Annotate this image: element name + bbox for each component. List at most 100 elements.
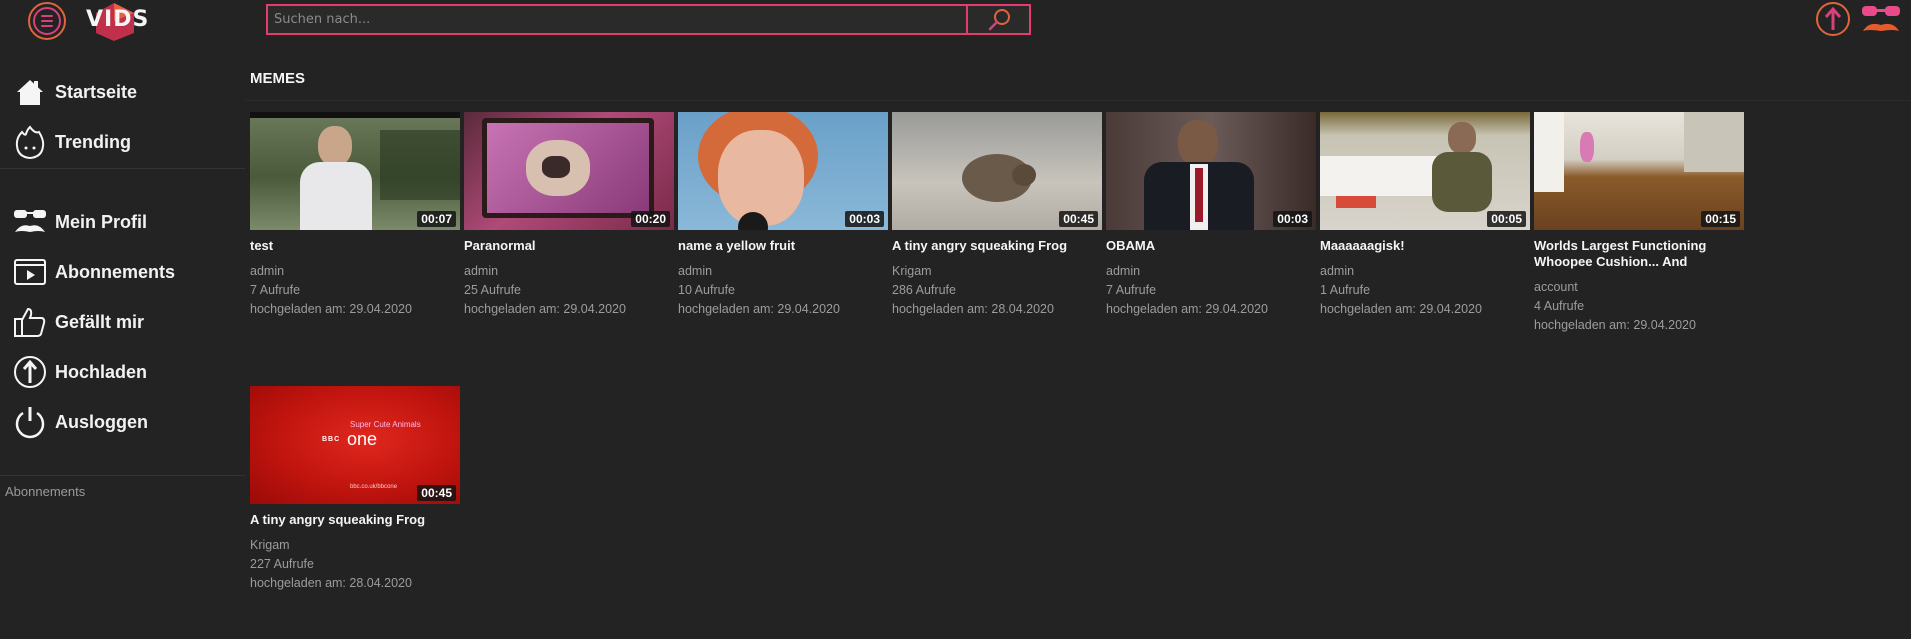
sidebar-item-mein-profil[interactable]: Mein Profil <box>12 200 237 244</box>
sidebar-item-label: Mein Profil <box>55 211 148 232</box>
video-title[interactable]: name a yellow fruit <box>678 238 878 254</box>
sidebar-divider <box>0 475 245 476</box>
video-views: 7 Aufrufe <box>1106 283 1157 297</box>
subscriptions-icon <box>12 254 48 290</box>
search-input[interactable] <box>268 6 966 33</box>
sidebar-item-label: Startseite <box>55 81 138 102</box>
video-card[interactable]: 00:15 Worlds Largest Functioning Whoopee… <box>1534 112 1744 335</box>
video-title[interactable]: Worlds Largest Functioning Whoopee Cushi… <box>1534 238 1734 270</box>
site-logo[interactable]: VIDS <box>84 1 148 41</box>
flame-icon <box>12 124 48 160</box>
video-channel[interactable]: Krigam <box>892 262 1102 281</box>
video-channel[interactable]: admin <box>678 262 888 281</box>
video-channel[interactable]: Krigam <box>250 536 460 555</box>
video-thumbnail[interactable]: Super Cute Animals BBC one bbc.co.uk/bbc… <box>250 386 460 504</box>
video-thumbnail[interactable]: 00:03 <box>678 112 888 230</box>
video-upload-date: hochgeladen am: 29.04.2020 <box>1106 302 1268 316</box>
thumbnail-caption: Super Cute Animals <box>350 420 421 429</box>
video-upload-date: hochgeladen am: 29.04.2020 <box>1534 318 1696 332</box>
video-title[interactable]: A tiny angry squeaking Frog <box>250 512 450 528</box>
video-title[interactable]: Paranormal <box>464 238 664 254</box>
video-duration: 00:03 <box>845 211 884 227</box>
upload-button[interactable] <box>1816 2 1850 36</box>
sidebar-item-label: Ausloggen <box>55 411 148 432</box>
video-upload-date: hochgeladen am: 28.04.2020 <box>892 302 1054 316</box>
video-duration: 00:15 <box>1701 211 1740 227</box>
thumbnail-url: bbc.co.uk/bbcone <box>350 484 398 490</box>
glasses-mustache-icon <box>1862 6 1900 31</box>
power-icon <box>12 404 48 440</box>
home-icon <box>12 74 48 110</box>
video-card[interactable]: 00:03 name a yellow fruit admin 10 Aufru… <box>678 112 888 319</box>
video-views: 7 Aufrufe <box>250 283 301 297</box>
sidebar-item-abonnements[interactable]: Abonnements <box>12 250 237 294</box>
video-upload-date: hochgeladen am: 29.04.2020 <box>1320 302 1482 316</box>
search-bar <box>266 4 1031 35</box>
video-channel[interactable]: admin <box>250 262 460 281</box>
video-card[interactable]: 00:45 A tiny angry squeaking Frog Krigam… <box>892 112 1102 319</box>
video-title[interactable]: Maaaaaagisk! <box>1320 238 1520 254</box>
sidebar-item-label: Gefällt mir <box>55 311 145 332</box>
thumbs-up-icon <box>12 304 48 340</box>
sidebar: Startseite Trending Mein Profil Abonneme… <box>0 60 245 639</box>
video-thumbnail[interactable]: 00:20 <box>464 112 674 230</box>
section-divider <box>245 100 1911 101</box>
menu-button[interactable] <box>28 2 66 40</box>
sidebar-section-subscriptions: Abonnements <box>5 484 86 499</box>
video-upload-date: hochgeladen am: 29.04.2020 <box>464 302 626 316</box>
video-duration: 00:20 <box>631 211 670 227</box>
video-thumbnail[interactable]: 00:05 <box>1320 112 1530 230</box>
video-channel[interactable]: account <box>1534 278 1744 297</box>
video-thumbnail[interactable]: 00:45 <box>892 112 1102 230</box>
video-upload-date: hochgeladen am: 29.04.2020 <box>678 302 840 316</box>
video-thumbnail[interactable]: 00:07 <box>250 112 460 230</box>
video-thumbnail[interactable]: 00:03 <box>1106 112 1316 230</box>
video-title[interactable]: OBAMA <box>1106 238 1306 254</box>
sidebar-item-label: Abonnements <box>55 261 176 282</box>
sidebar-item-startseite[interactable]: Startseite <box>12 70 237 114</box>
sidebar-item-trending[interactable]: Trending <box>12 120 237 164</box>
video-upload-date: hochgeladen am: 29.04.2020 <box>250 302 412 316</box>
mustache-glasses-icon <box>12 204 48 240</box>
sidebar-item-gefaellt-mir[interactable]: Gefällt mir <box>12 300 237 344</box>
bbc-logo: BBC <box>322 436 341 443</box>
video-views: 10 Aufrufe <box>678 283 735 297</box>
video-views: 286 Aufrufe <box>892 283 956 297</box>
video-card[interactable]: 00:07 test admin 7 Aufrufe hochgeladen a… <box>250 112 460 319</box>
video-channel[interactable]: admin <box>1106 262 1316 281</box>
video-views: 4 Aufrufe <box>1534 299 1585 313</box>
video-card[interactable]: 00:05 Maaaaaagisk! admin 1 Aufrufe hochg… <box>1320 112 1530 319</box>
video-card[interactable]: 00:03 OBAMA admin 7 Aufrufe hochgeladen … <box>1106 112 1316 319</box>
video-views: 227 Aufrufe <box>250 557 314 571</box>
video-upload-date: hochgeladen am: 28.04.2020 <box>250 576 412 590</box>
video-duration: 00:03 <box>1273 211 1312 227</box>
channel-logo: one <box>347 429 378 449</box>
section-title: MEMES <box>250 70 306 87</box>
search-icon <box>988 8 1010 30</box>
top-bar: VIDS <box>0 0 1911 41</box>
video-duration: 00:45 <box>1059 211 1098 227</box>
sidebar-item-label: Hochladen <box>55 361 148 382</box>
video-card[interactable]: 00:20 Paranormal admin 25 Aufrufe hochge… <box>464 112 674 319</box>
video-card[interactable]: Super Cute Animals BBC one bbc.co.uk/bbc… <box>250 386 460 593</box>
hamburger-icon <box>33 7 61 35</box>
video-title[interactable]: A tiny angry squeaking Frog <box>892 238 1092 254</box>
upload-icon <box>12 354 48 390</box>
sidebar-divider <box>0 168 245 169</box>
video-duration: 00:45 <box>417 485 456 501</box>
sidebar-item-label: Trending <box>55 131 131 152</box>
avatar[interactable] <box>1859 3 1903 37</box>
upload-arrow-icon <box>1824 6 1842 30</box>
sidebar-item-hochladen[interactable]: Hochladen <box>12 350 237 394</box>
video-duration: 00:05 <box>1487 211 1526 227</box>
video-title[interactable]: test <box>250 238 450 254</box>
video-thumbnail[interactable]: 00:15 <box>1534 112 1744 230</box>
logo-text: VIDS <box>86 7 150 32</box>
video-duration: 00:07 <box>417 211 456 227</box>
sidebar-item-ausloggen[interactable]: Ausloggen <box>12 400 237 444</box>
video-channel[interactable]: admin <box>1320 262 1530 281</box>
search-button[interactable] <box>966 6 1029 33</box>
video-channel[interactable]: admin <box>464 262 674 281</box>
video-views: 25 Aufrufe <box>464 283 521 297</box>
video-views: 1 Aufrufe <box>1320 283 1371 297</box>
